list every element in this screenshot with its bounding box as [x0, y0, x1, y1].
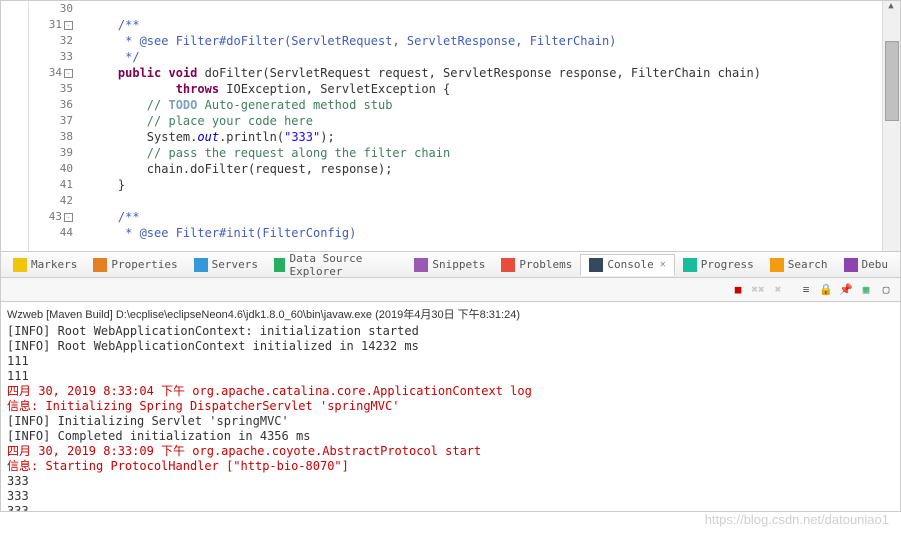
- console-line[interactable]: 333: [7, 504, 894, 512]
- line-number[interactable]: 31-: [29, 17, 73, 33]
- scroll-up-arrow[interactable]: ▲: [883, 1, 899, 17]
- console-line[interactable]: 333: [7, 474, 894, 489]
- code-line[interactable]: // TODO Auto-generated method stub: [89, 97, 882, 113]
- line-number[interactable]: 39: [29, 145, 73, 161]
- terminate-button[interactable]: ■: [730, 282, 746, 298]
- tab-label: Console: [607, 258, 653, 271]
- line-number[interactable]: 33: [29, 49, 73, 65]
- debu-icon: [844, 258, 858, 272]
- code-line[interactable]: }: [89, 177, 882, 193]
- remove-launch-button[interactable]: ✖: [770, 282, 786, 298]
- console-line[interactable]: 信息: Initializing Spring DispatcherServle…: [7, 399, 894, 414]
- watermark: https://blog.csdn.net/datouniao1: [705, 512, 889, 527]
- tab-label: Progress: [701, 258, 754, 271]
- code-line[interactable]: * @see Filter#doFilter(ServletRequest, S…: [89, 33, 882, 49]
- tab-label: Problems: [519, 258, 572, 271]
- tab-snippets[interactable]: Snippets: [406, 255, 493, 275]
- line-number[interactable]: 37: [29, 113, 73, 129]
- code-line[interactable]: throws IOException, ServletException {: [89, 81, 882, 97]
- markers-icon: [13, 258, 27, 272]
- console-line[interactable]: [INFO] Completed initialization in 4356 …: [7, 429, 894, 444]
- code-line[interactable]: System.out.println("333");: [89, 129, 882, 145]
- open-console-button[interactable]: ▢: [878, 282, 894, 298]
- scroll-lock-button[interactable]: 🔒: [818, 282, 834, 298]
- console-line[interactable]: 四月 30, 2019 8:33:04 下午 org.apache.catali…: [7, 384, 894, 399]
- line-number[interactable]: 40: [29, 161, 73, 177]
- views-tab-bar: Markers Properties Servers Data Source Expl…: [0, 252, 901, 278]
- outline-ruler: [1, 1, 29, 251]
- tab-debu[interactable]: Debu: [836, 255, 897, 275]
- console-line[interactable]: 333: [7, 489, 894, 504]
- console-process-header: Wzweb [Maven Build] D:\ecplise\eclipseNe…: [7, 304, 894, 324]
- code-line[interactable]: public void doFilter(ServletRequest requ…: [89, 65, 882, 81]
- tab-servers[interactable]: Servers: [186, 255, 266, 275]
- code-line[interactable]: // pass the request along the filter cha…: [89, 145, 882, 161]
- tab-label: Markers: [31, 258, 77, 271]
- console-line[interactable]: [INFO] Root WebApplicationContext initia…: [7, 339, 894, 354]
- remove-all-terminated-button[interactable]: ✖✖: [750, 282, 766, 298]
- code-line[interactable]: /**: [89, 209, 882, 225]
- console-line[interactable]: 111: [7, 369, 894, 384]
- console-line[interactable]: [INFO] Root WebApplicationContext: initi…: [7, 324, 894, 339]
- data-source-explorer-icon: [274, 258, 286, 272]
- line-number[interactable]: 42: [29, 193, 73, 209]
- properties-icon: [93, 258, 107, 272]
- line-number[interactable]: 38: [29, 129, 73, 145]
- console-line[interactable]: 信息: Starting ProtocolHandler ["http-bio-…: [7, 459, 894, 474]
- console-icon: [589, 258, 603, 272]
- tab-label: Data Source Explorer: [289, 252, 398, 278]
- pin-console-button[interactable]: 📌: [838, 282, 854, 298]
- tab-data-source-explorer[interactable]: Data Source Explorer: [266, 249, 406, 281]
- code-line[interactable]: * @see Filter#init(FilterConfig): [89, 225, 882, 241]
- tab-properties[interactable]: Properties: [85, 255, 185, 275]
- line-number[interactable]: 32: [29, 33, 73, 49]
- search-icon: [770, 258, 784, 272]
- console-pane[interactable]: Wzweb [Maven Build] D:\ecplise\eclipseNe…: [0, 302, 901, 512]
- editor-content[interactable]: 3031-3233△34-35●3637383940414243-44 /** …: [29, 1, 900, 251]
- code-line[interactable]: chain.doFilter(request, response);: [89, 161, 882, 177]
- scroll-thumb[interactable]: [885, 41, 899, 121]
- line-number[interactable]: 35: [29, 81, 73, 97]
- console-toolbar: ■ ✖✖ ✖ ≡ 🔒 📌 ▦ ▢: [0, 278, 901, 302]
- console-output[interactable]: [INFO] Root WebApplicationContext: initi…: [7, 324, 894, 512]
- line-number[interactable]: ●36: [29, 97, 73, 113]
- tab-progress[interactable]: Progress: [675, 255, 762, 275]
- tab-problems[interactable]: Problems: [493, 255, 580, 275]
- close-icon[interactable]: ✕: [660, 259, 666, 270]
- line-number[interactable]: 30: [29, 1, 73, 17]
- progress-icon: [683, 258, 697, 272]
- code-line[interactable]: [89, 1, 882, 17]
- tab-label: Properties: [111, 258, 177, 271]
- problems-icon: [501, 258, 515, 272]
- line-number[interactable]: 43-: [29, 209, 73, 225]
- console-line[interactable]: 四月 30, 2019 8:33:09 下午 org.apache.coyote…: [7, 444, 894, 459]
- tab-markers[interactable]: Markers: [5, 255, 85, 275]
- code-line[interactable]: // place your code here: [89, 113, 882, 129]
- line-number[interactable]: 41: [29, 177, 73, 193]
- line-gutter[interactable]: 3031-3233△34-35●3637383940414243-44: [29, 1, 79, 251]
- servers-icon: [194, 258, 208, 272]
- tab-label: Snippets: [432, 258, 485, 271]
- code-line[interactable]: /**: [89, 17, 882, 33]
- line-number[interactable]: △34-: [29, 65, 73, 81]
- tab-console[interactable]: Console ✕: [580, 254, 674, 276]
- code-line[interactable]: */: [89, 49, 882, 65]
- tab-search[interactable]: Search: [762, 255, 836, 275]
- line-number[interactable]: 44: [29, 225, 73, 241]
- tab-label: Servers: [212, 258, 258, 271]
- code-line[interactable]: [89, 193, 882, 209]
- editor-pane: 3031-3233△34-35●3637383940414243-44 /** …: [0, 0, 901, 252]
- code-area[interactable]: /** * @see Filter#doFilter(ServletReques…: [79, 1, 882, 251]
- console-line[interactable]: 111: [7, 354, 894, 369]
- vertical-scrollbar[interactable]: ▲: [882, 1, 900, 251]
- tab-label: Search: [788, 258, 828, 271]
- display-selected-button[interactable]: ▦: [858, 282, 874, 298]
- console-line[interactable]: [INFO] Initializing Servlet 'springMVC': [7, 414, 894, 429]
- snippets-icon: [414, 258, 428, 272]
- tab-label: Debu: [862, 258, 889, 271]
- clear-console-button[interactable]: ≡: [798, 282, 814, 298]
